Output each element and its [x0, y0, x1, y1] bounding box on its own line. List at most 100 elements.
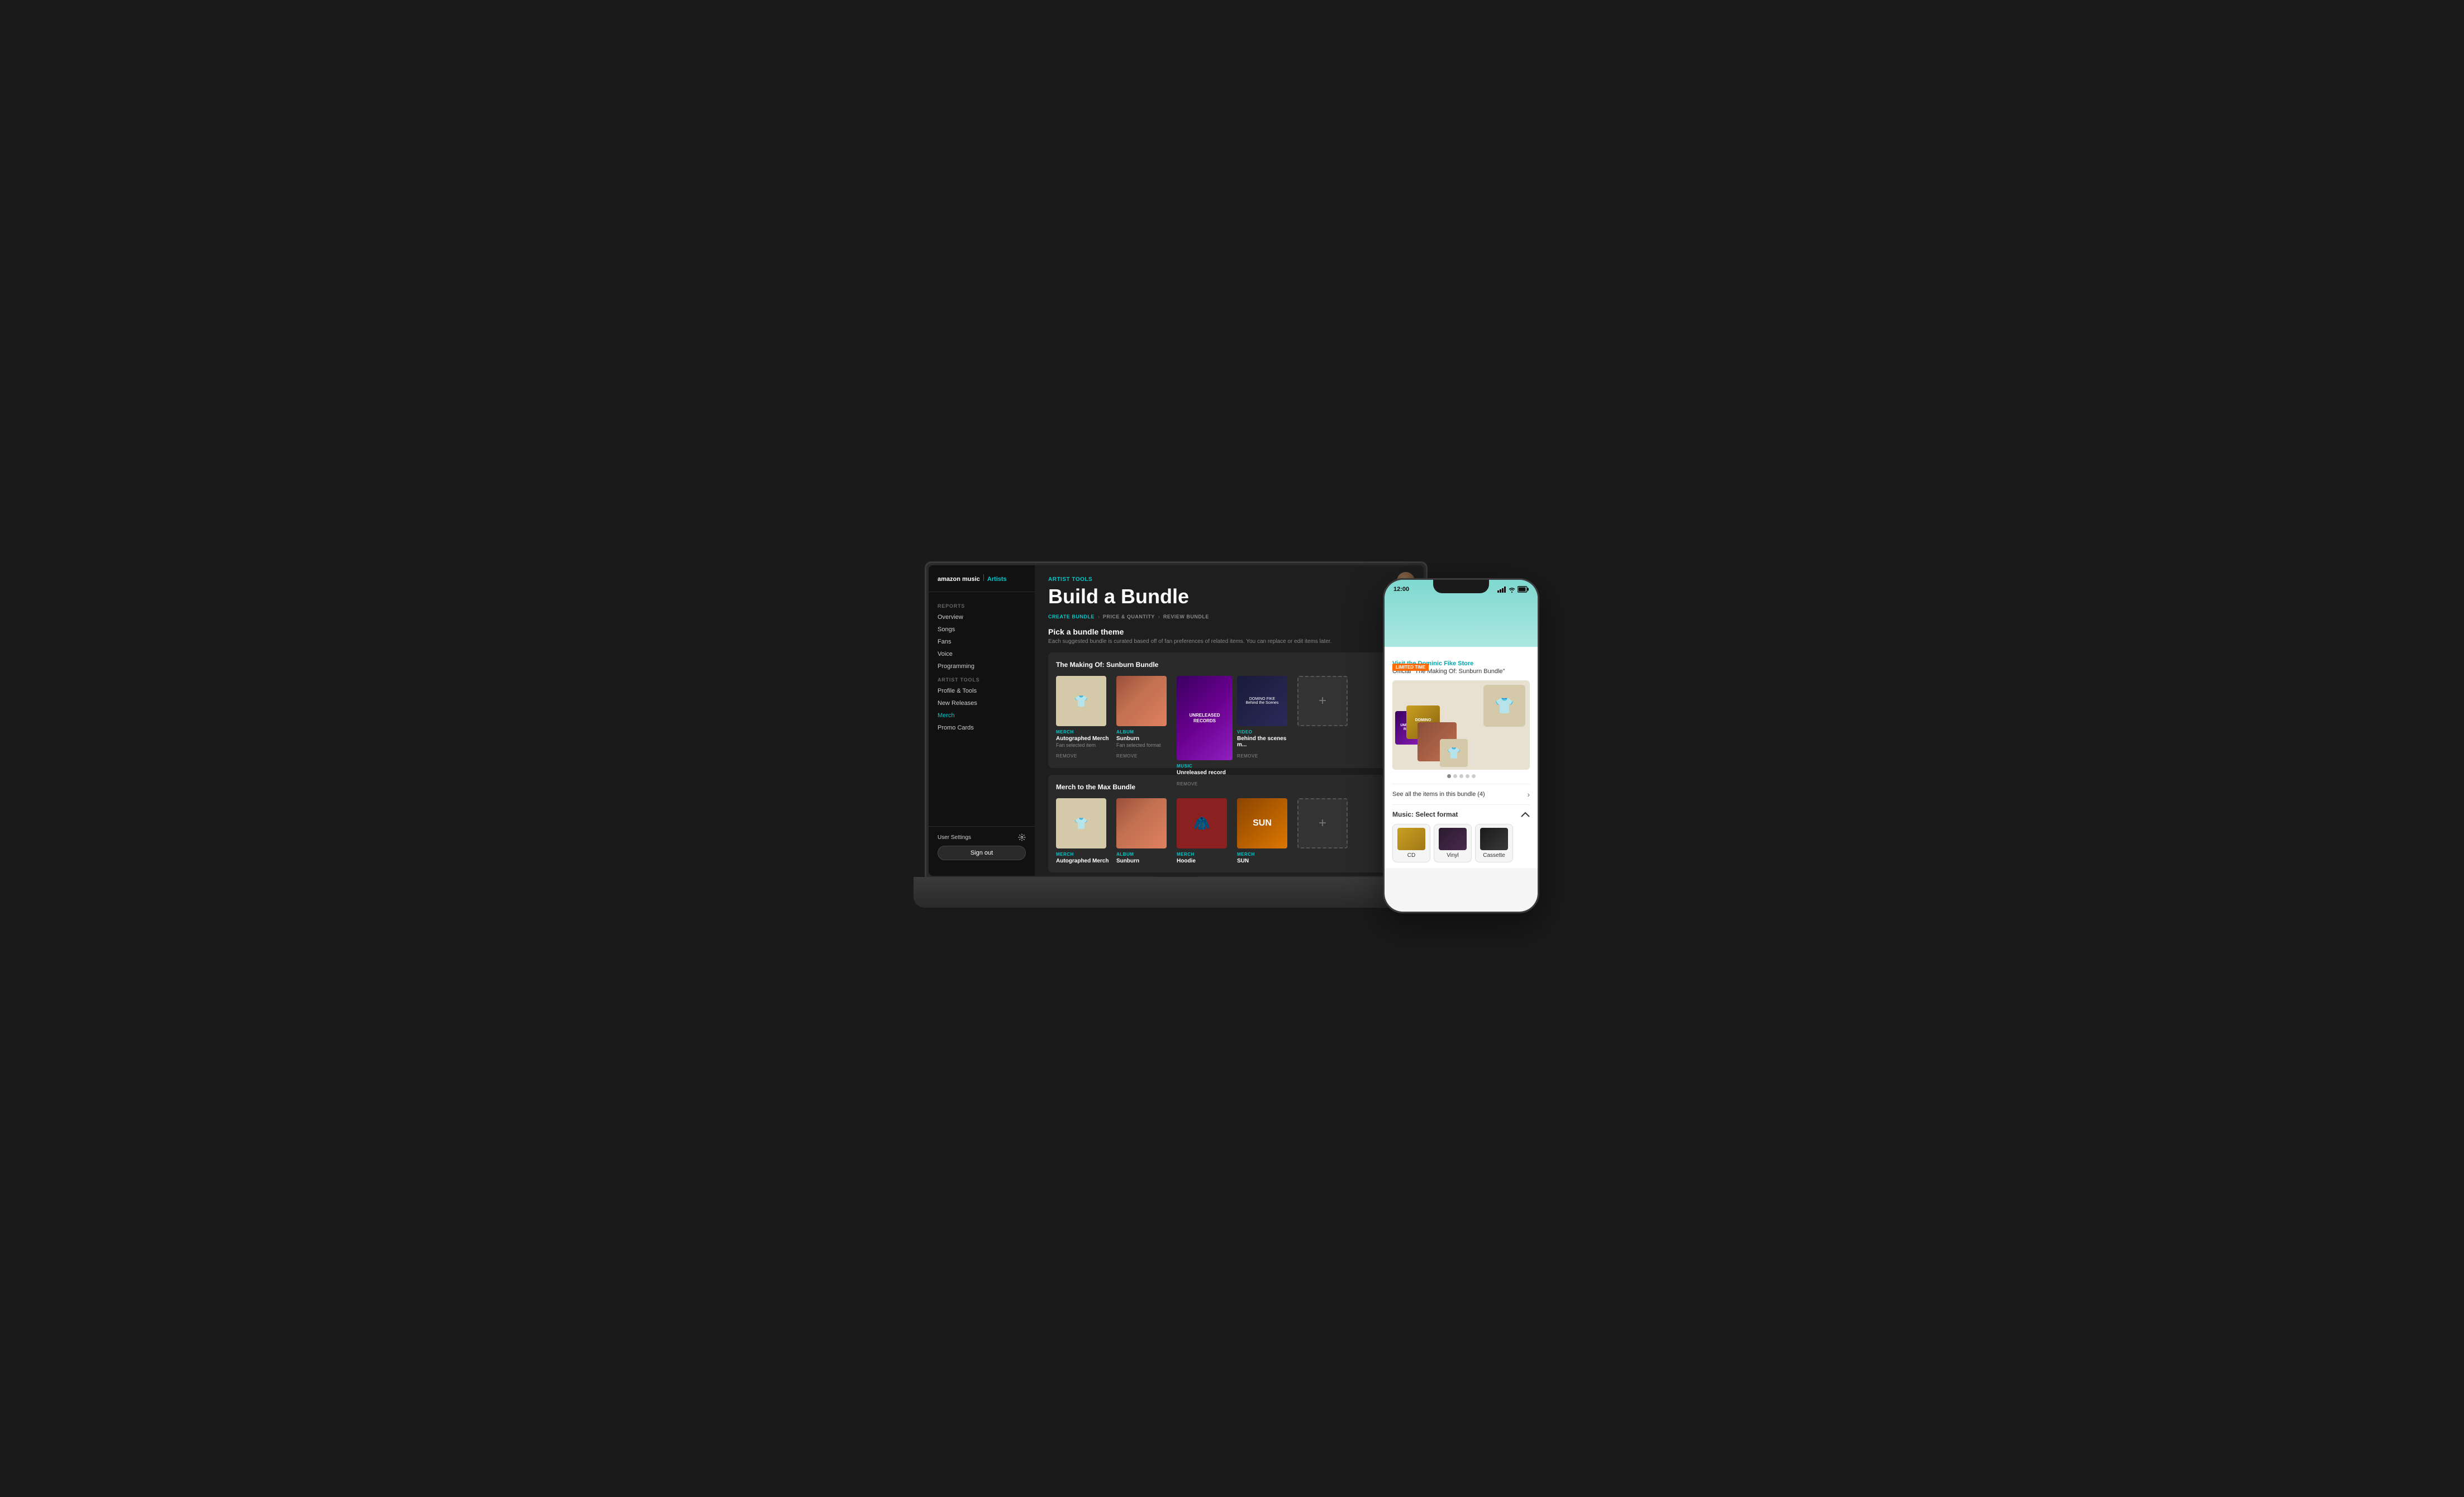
unreleased-text: UNRELEASEDRECORDS — [1189, 713, 1220, 723]
page-title: Build a Bundle — [1048, 585, 1410, 608]
breadcrumb-price[interactable]: PRICE & QUANTITY — [1103, 614, 1155, 619]
dot-2[interactable] — [1453, 774, 1457, 778]
breadcrumb-create[interactable]: CREATE BUNDLE — [1048, 614, 1095, 619]
reports-section-label: REPORTS — [929, 599, 1035, 611]
phone-frame: 12:00 — [1383, 578, 1539, 913]
sign-out-button[interactable]: Sign out — [938, 846, 1026, 860]
sidebar-item-songs[interactable]: Songs — [929, 623, 1035, 636]
bundle-name-sunburn: The Making Of: Sunburn Bundle — [1056, 661, 1158, 669]
sidebar-item-fans[interactable]: Fans — [929, 636, 1035, 648]
merch-remove-btn[interactable]: REMOVE — [1056, 754, 1077, 759]
laptop-screen: amazon music Artists REPORTS Overview So… — [929, 565, 1424, 876]
format-cd[interactable]: CD — [1392, 824, 1430, 862]
bundle-item-img-merch-max-1: 👕 — [1056, 798, 1106, 848]
music-remove-btn[interactable]: REMOVE — [1177, 781, 1198, 786]
merch-max-type-1: MERCH — [1056, 852, 1112, 857]
sidebar-item-promo-cards[interactable]: Promo Cards — [929, 722, 1035, 734]
bundle-card-merch-max[interactable]: Merch to the Max Bundle 👕 MERCH Autograp… — [1048, 775, 1410, 873]
status-icons — [1497, 586, 1529, 593]
bundle-item-merch-max-4: SUN MERCH SUN — [1237, 798, 1293, 865]
dot-5[interactable] — [1472, 774, 1476, 778]
add-item-container: + — [1297, 676, 1348, 760]
laptop-base — [914, 877, 1439, 908]
phone-dots — [1392, 774, 1530, 778]
bundle-name-merch-max: Merch to the Max Bundle — [1056, 783, 1135, 791]
format-cassette[interactable]: Cassette — [1475, 824, 1513, 862]
merch-item-sub: Fan selected item — [1056, 742, 1112, 748]
sidebar: amazon music Artists REPORTS Overview So… — [929, 565, 1035, 876]
phone-status-bar: 12:00 — [1385, 580, 1538, 595]
bundle-item-img-merch: 👕 — [1056, 676, 1106, 726]
limited-time-badge: LIMITED TIME — [1392, 664, 1429, 671]
phone-carousel[interactable]: 👕 UNRELEASEDRECORDS DOMINOFIKE 👕 — [1392, 680, 1530, 770]
phone-screen: 12:00 — [1385, 580, 1538, 912]
signal-icon — [1497, 587, 1506, 593]
artist-tools-label: ARTIST TOOLS — [1048, 576, 1410, 583]
sidebar-item-profile-tools[interactable]: Profile & Tools — [929, 685, 1035, 697]
album-item-name: Sunburn — [1116, 736, 1172, 742]
merch-max-name-2: Sunburn — [1116, 858, 1172, 864]
hoodie-visual: 🧥 — [1177, 798, 1227, 848]
select-format-text: Select format — [1415, 811, 1458, 818]
album-visual — [1116, 676, 1167, 726]
music-item-name: Unreleased record — [1177, 770, 1233, 776]
sidebar-logo: amazon music Artists — [929, 574, 1035, 592]
phone-see-all[interactable]: See all the items in this bundle (4) › — [1392, 784, 1530, 805]
dot-3[interactable] — [1459, 774, 1463, 778]
format-vinyl[interactable]: Vinyl — [1434, 824, 1472, 862]
phone: 12:00 — [1383, 578, 1539, 936]
album-remove-btn[interactable]: REMOVE — [1116, 754, 1138, 759]
sidebar-item-overview[interactable]: Overview — [929, 611, 1035, 623]
vinyl-img — [1439, 828, 1467, 850]
music-format-title: Music: Select format — [1392, 811, 1530, 818]
shirt-visual-2: 👕 — [1056, 798, 1106, 848]
laptop-frame: amazon music Artists REPORTS Overview So… — [925, 561, 1428, 880]
cassette-label: Cassette — [1479, 852, 1509, 859]
sidebar-item-programming[interactable]: Programming — [929, 660, 1035, 673]
logo-divider — [983, 574, 984, 581]
video-item-name: Behind the scenes m... — [1237, 736, 1293, 748]
bundle-item-img-merch-max-3: 🧥 — [1177, 798, 1227, 848]
gear-icon[interactable] — [1018, 833, 1026, 841]
laptop: amazon music Artists REPORTS Overview So… — [925, 561, 1428, 908]
cd-label: CD — [1396, 852, 1426, 859]
chevron-up-icon[interactable] — [1521, 812, 1530, 817]
music-format-label: Music: Select format — [1392, 811, 1458, 818]
music-visual: UNRELEASEDRECORDS — [1177, 676, 1233, 760]
album-type-label: ALBUM — [1116, 730, 1172, 735]
bundle-item-merch-max-2: ALBUM Sunburn — [1116, 798, 1172, 865]
music-type-label: MUSIC — [1177, 764, 1233, 769]
phone-header-img: 12:00 — [1385, 580, 1538, 647]
status-time: 12:00 — [1393, 586, 1409, 593]
bundle-card-sunburn[interactable]: The Making Of: Sunburn Bundle 👕 MERCH Au… — [1048, 652, 1410, 768]
merch-max-name-4: SUN — [1237, 858, 1293, 864]
dot-4[interactable] — [1466, 774, 1469, 778]
sidebar-item-merch[interactable]: Merch — [929, 709, 1035, 722]
merch-item-name: Autographed Merch — [1056, 736, 1112, 742]
add-item-button[interactable]: + — [1297, 676, 1348, 726]
bundle-item-merch: 👕 MERCH Autographed Merch Fan selected i… — [1056, 676, 1112, 760]
amazon-logo: amazon music Artists — [938, 574, 1026, 583]
scene: amazon music Artists REPORTS Overview So… — [925, 561, 1539, 936]
sidebar-item-voice[interactable]: Voice — [929, 648, 1035, 660]
sidebar-bottom: User Settings Sign out — [929, 826, 1035, 867]
video-remove-btn[interactable]: REMOVE — [1237, 754, 1258, 759]
artists-text: Artists — [987, 576, 1007, 583]
album-item-sub: Fan selected format — [1116, 742, 1172, 748]
girl-visual-2 — [1116, 798, 1167, 848]
carousel-shirt: 👕 — [1483, 685, 1525, 727]
amazon-music-text: amazon music — [938, 576, 980, 583]
sidebar-item-new-releases[interactable]: New Releases — [929, 697, 1035, 709]
merch-max-type-4: MERCH — [1237, 852, 1293, 857]
add-item-button-2[interactable]: + — [1297, 798, 1348, 848]
shirt-visual: 👕 — [1056, 676, 1106, 726]
bundle-item-img-video: DOMINO FIKEBehind the Scenes — [1237, 676, 1287, 726]
main-content: ARTIST TOOLS Build a Bundle CREATE BUNDL… — [1035, 565, 1424, 876]
format-options: CD Vinyl Cassette — [1392, 824, 1530, 862]
bundle-header-sunburn: The Making Of: Sunburn Bundle — [1056, 660, 1402, 669]
wifi-icon — [1508, 587, 1516, 593]
vinyl-label: Vinyl — [1438, 852, 1468, 859]
merch-type-label: MERCH — [1056, 730, 1112, 735]
breadcrumb-review[interactable]: REVIEW BUNDLE — [1163, 614, 1209, 619]
dot-1[interactable] — [1447, 774, 1451, 778]
